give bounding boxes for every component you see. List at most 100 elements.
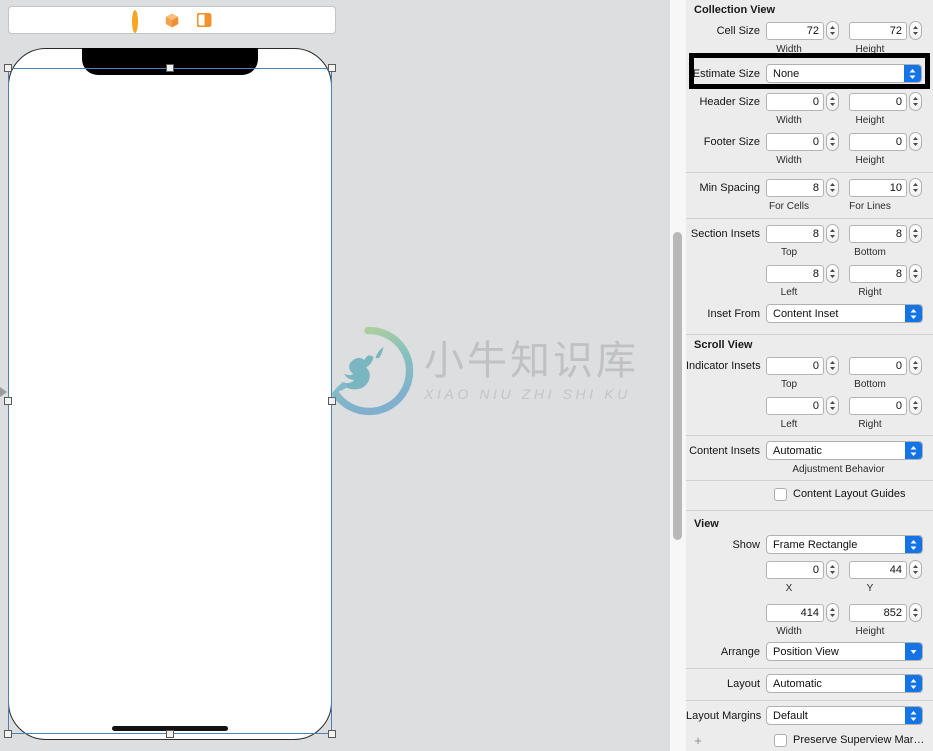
stepper-footer-size-height[interactable]: [909, 132, 922, 151]
caption-cell-size-height: Height: [855, 43, 885, 55]
checkbox-content-layout-guides[interactable]: [774, 487, 787, 501]
dropdown-content-insets[interactable]: Automatic: [766, 441, 923, 460]
section-title-scroll-view: Scroll View: [694, 339, 753, 351]
caption-position-height: Height: [855, 625, 885, 637]
resize-handle-bottom-right[interactable]: [328, 730, 336, 738]
row-position-xy: [686, 558, 933, 581]
divider: [686, 172, 933, 173]
label-show: Show: [732, 538, 760, 551]
input-section-insets-right[interactable]: [849, 264, 907, 283]
stepper-position-width[interactable]: [826, 603, 839, 622]
stepper-min-spacing-for-lines[interactable]: [909, 178, 922, 197]
input-indicator-insets-bottom[interactable]: [849, 356, 907, 375]
stepper-section-insets-top[interactable]: [826, 224, 839, 243]
stepper-indicator-insets-bottom[interactable]: [909, 356, 922, 375]
input-position-x[interactable]: [766, 560, 824, 579]
canvas-scrollbar-thumb[interactable]: [673, 232, 682, 540]
dropdown-inset-from[interactable]: Content Inset: [766, 304, 923, 323]
cell-size-width-group: [766, 21, 839, 40]
watermark-canvas: 小牛知识库 XIAO NIU ZHI SHI KU: [322, 325, 639, 417]
canvas-toolbar: [8, 6, 336, 34]
caption-adjustment-behavior-row: Adjustment Behavior: [686, 462, 933, 476]
stepper-section-insets-left[interactable]: [826, 264, 839, 283]
captions-position-xy: X Y: [686, 581, 933, 595]
watermark-text-cn: 小牛知识库: [424, 338, 639, 384]
caption-position-y: Y: [866, 582, 874, 594]
input-section-insets-left[interactable]: [766, 264, 824, 283]
resize-handle-bottom-left[interactable]: [4, 730, 12, 738]
caption-section-insets-left: Left: [780, 286, 798, 298]
input-cell-size-width[interactable]: [766, 21, 824, 40]
checkbox-preserve-superview-margins[interactable]: [774, 733, 787, 747]
stepper-position-height[interactable]: [909, 603, 922, 622]
caption-section-insets-top: Top: [780, 246, 798, 258]
section-insets-left-group: [766, 264, 839, 283]
row-footer-size: Footer Size: [686, 130, 933, 153]
caption-cell-size-width: Width: [776, 43, 802, 55]
stepper-indicator-insets-top[interactable]: [826, 356, 839, 375]
input-min-spacing-for-lines[interactable]: [849, 178, 907, 197]
chevron-updown-icon: [904, 65, 921, 82]
dropdown-layout-margins[interactable]: Default: [766, 706, 923, 725]
label-preserve-superview-margins: Preserve Superview Mar…: [793, 734, 925, 746]
bull-logo-icon: [332, 326, 414, 416]
input-indicator-insets-top[interactable]: [766, 356, 824, 375]
chevron-updown-icon: [905, 305, 922, 322]
divider: [686, 218, 933, 219]
row-preserve-superview-margins: + Preserve Superview Mar…: [686, 729, 933, 751]
app-window: 小牛知识库 XIAO NIU ZHI SHI KU Collection Vie…: [0, 0, 933, 751]
row-position-size: [686, 601, 933, 624]
input-header-size-width[interactable]: [766, 92, 824, 111]
input-indicator-insets-right[interactable]: [849, 396, 907, 415]
canvas-collapse-arrow-icon[interactable]: [0, 384, 8, 397]
stepper-section-insets-right[interactable]: [909, 264, 922, 283]
circle-outline-icon[interactable]: [132, 9, 147, 33]
input-cell-size-height[interactable]: [849, 21, 907, 40]
input-position-width[interactable]: [766, 603, 824, 622]
device-preview[interactable]: [8, 48, 332, 740]
dropdown-estimate-size[interactable]: None: [766, 64, 922, 83]
row-indicator-insets-left-right: [686, 394, 933, 417]
stepper-footer-size-width[interactable]: [826, 132, 839, 151]
input-header-size-height[interactable]: [849, 92, 907, 111]
caption-indicator-insets-bottom: Bottom: [854, 378, 886, 390]
input-section-insets-top[interactable]: [766, 224, 824, 243]
position-height-group: [849, 603, 922, 622]
indicator-insets-bottom-group: [849, 356, 922, 375]
stepper-position-y[interactable]: [909, 560, 922, 579]
stepper-cell-size-height[interactable]: [909, 21, 922, 40]
position-width-group: [766, 603, 839, 622]
assistant-editor-icon[interactable]: [196, 12, 212, 28]
stepper-position-x[interactable]: [826, 560, 839, 579]
stepper-min-spacing-for-cells[interactable]: [826, 178, 839, 197]
add-constraint-plus-icon[interactable]: +: [686, 733, 706, 748]
input-indicator-insets-left[interactable]: [766, 396, 824, 415]
stepper-indicator-insets-right[interactable]: [909, 396, 922, 415]
input-section-insets-bottom[interactable]: [849, 224, 907, 243]
label-section-insets: Section Insets: [690, 227, 760, 240]
input-footer-size-height[interactable]: [849, 132, 907, 151]
stepper-section-insets-bottom[interactable]: [909, 224, 922, 243]
stepper-indicator-insets-left[interactable]: [826, 396, 839, 415]
input-min-spacing-for-cells[interactable]: [766, 178, 824, 197]
dropdown-show[interactable]: Frame Rectangle: [766, 535, 923, 554]
label-min-spacing: Min Spacing: [699, 181, 760, 194]
dropdown-layout[interactable]: Automatic: [766, 674, 923, 693]
input-footer-size-width[interactable]: [766, 132, 824, 151]
chevron-updown-icon: [905, 442, 922, 459]
stepper-cell-size-width[interactable]: [826, 21, 839, 40]
dropdown-arrange[interactable]: Position View: [766, 642, 923, 661]
section-title-collection-view: Collection View: [694, 4, 776, 16]
label-layout-margins: Layout Margins: [686, 709, 762, 722]
row-estimate-size: Estimate Size None: [686, 62, 933, 85]
cube-icon[interactable]: [165, 13, 179, 28]
input-position-y[interactable]: [849, 560, 907, 579]
chevron-updown-icon: [905, 536, 922, 553]
input-position-height[interactable]: [849, 603, 907, 622]
home-indicator: [112, 726, 228, 731]
label-content-insets: Content Insets: [689, 444, 760, 457]
captions-indicator-insets-left-right: Left Right: [686, 417, 933, 431]
stepper-header-size-height[interactable]: [909, 92, 922, 111]
stepper-header-size-width[interactable]: [826, 92, 839, 111]
caption-section-insets-right: Right: [858, 286, 882, 298]
